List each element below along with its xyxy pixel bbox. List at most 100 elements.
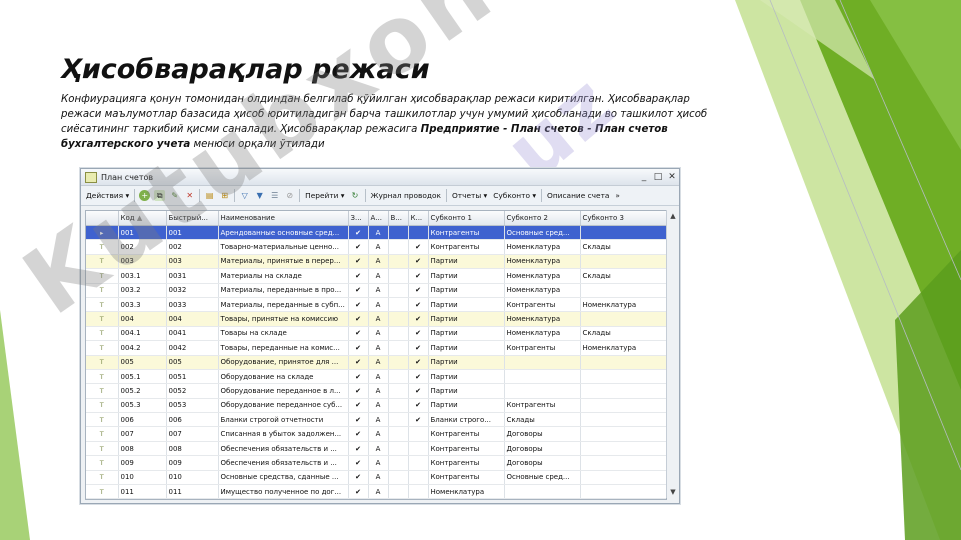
col-v[interactable]: В... [388,211,409,226]
cell-code: 002 [118,239,167,255]
cell-name: Арендованные основные сред... [218,225,349,241]
cell-k [408,484,429,499]
table-row[interactable]: Т 005.1 0051 Оборудование на складе ✔ А ✔ Парти… [86,369,666,385]
cell-name: Товарно-материальные ценно... [218,239,349,255]
cell-fast: 0051 [166,369,219,385]
hierarchy-icon[interactable]: ⊞ [219,190,230,201]
table-row[interactable]: Т 009 009 Обеспечения обязательств и ... ✔ А К… [86,455,666,471]
cell-s3: Номенклатура [580,297,666,313]
col-k[interactable]: К... [408,211,429,226]
cell-s1: Номенклатура [428,484,505,499]
table-row[interactable]: Т 003.2 0032 Материалы, переданные в про...… [86,283,666,298]
add-icon[interactable]: + [139,190,151,201]
delete-icon[interactable]: ✕ [184,190,195,201]
filter-set-icon[interactable]: ▼ [254,190,265,201]
close-button[interactable]: ✕ [665,172,679,182]
col-subconto3[interactable]: Субконто 3 [580,211,666,226]
filter-icon[interactable]: ▽ [239,190,250,201]
cell-code: 008 [118,441,167,457]
cell-code: 005.2 [118,383,167,399]
cell-k [408,470,429,486]
cell-s1: Партии [428,355,505,370]
col-name[interactable]: Наименование [218,211,349,226]
table-row[interactable]: ▸ 001 001 Арендованные основные сред... ✔ А Ко… [86,225,666,241]
edit-icon[interactable]: ✎ [169,190,180,201]
copy-icon[interactable]: ⧉ [154,190,166,201]
account-description-button[interactable]: Описание счета [544,191,612,200]
subconto-menu[interactable]: Субконто ▾ [490,191,539,200]
new-folder-icon[interactable]: ▤ [204,190,215,201]
col-code[interactable]: Код ▲ [118,211,167,226]
table-row[interactable]: Т 005.3 0053 Оборудование переданное суб...… [86,398,666,414]
cell-v [388,297,409,313]
cell-v [388,225,409,241]
cell-s1: Бланки строго... [428,412,505,428]
cell-name: Материалы, переданные в субп... [218,297,349,313]
table-row[interactable]: Т 003 003 Материалы, принятые в перер... ✔ А ✔… [86,254,666,270]
cell-a: А [368,455,389,471]
cell-k: ✔ [408,311,429,327]
cell-code: 009 [118,455,167,471]
cell-s2: Номенклатура [504,283,581,298]
cell-s1: Контрагенты [428,239,505,255]
col-icon[interactable] [86,211,119,226]
cell-code: 004 [118,311,167,327]
minimize-button[interactable]: _ [637,172,651,182]
table-row[interactable]: Т 010 010 Основные средства, сданные ... ✔ А К… [86,470,666,486]
cell-a: А [368,355,389,370]
table-row[interactable]: Т 005 005 Оборудование, принятое для ... ✔ А ✔… [86,355,666,370]
col-subconto1[interactable]: Субконто 1 [428,211,505,226]
col-fast[interactable]: Быстрый... [166,211,219,226]
account-type-icon: ▸ [86,225,119,241]
cell-k: ✔ [408,239,429,255]
cell-fast: 008 [166,441,219,457]
cell-z: ✔ [348,239,369,255]
cell-z: ✔ [348,268,369,284]
list-settings-icon[interactable]: ☰ [269,190,280,201]
cell-s3 [580,426,666,442]
journal-button[interactable]: Журнал проводок [368,191,444,200]
cell-z: ✔ [348,311,369,327]
table-row[interactable]: Т 004 004 Товары, принятые на комиссию ✔ А ✔ Па… [86,311,666,327]
scroll-down-icon[interactable]: ▼ [667,486,679,498]
col-z[interactable]: З... [348,211,369,226]
cell-code: 003 [118,254,167,270]
clear-filter-icon[interactable]: ⊘ [284,190,295,201]
cell-z: ✔ [348,412,369,428]
cell-z: ✔ [348,297,369,313]
vertical-scrollbar[interactable]: ▲ ▼ [666,210,679,498]
col-subconto2[interactable]: Субконто 2 [504,211,581,226]
cell-code: 011 [118,484,167,499]
cell-fast: 005 [166,355,219,370]
more-chevron-icon[interactable]: » [612,191,623,200]
table-row[interactable]: Т 003.3 0033 Материалы, переданные в субп..… [86,297,666,313]
table-row[interactable]: Т 002 002 Товарно-материальные ценно... ✔ А ✔ К… [86,239,666,255]
refresh-icon[interactable]: ↻ [350,190,361,201]
maximize-button[interactable]: □ [651,172,665,182]
reports-menu[interactable]: Отчеты ▾ [449,191,490,200]
cell-s3 [580,441,666,457]
scroll-up-icon[interactable]: ▲ [667,210,679,222]
actions-menu[interactable]: Действия ▾ [83,191,132,200]
table-row[interactable]: Т 004.1 0041 Товары на складе ✔ А ✔ Партии Номен… [86,326,666,342]
account-type-icon: Т [86,398,119,414]
cell-s2: Номенклатура [504,268,581,284]
table-row[interactable]: Т 004.2 0042 Товары, переданные на комис...… [86,340,666,356]
cell-fast: 0031 [166,268,219,284]
table-row[interactable]: Т 005.2 0052 Оборудование переданное в л...… [86,383,666,399]
table-row[interactable]: Т 011 011 Имущество полученное по дог... ✔ А Н… [86,484,666,499]
body-text-2: менюси орқали ўтилади [190,139,325,150]
cell-code: 003.1 [118,268,167,284]
table-row[interactable]: Т 003.1 0031 Материалы на складе ✔ А ✔ Партии Но… [86,268,666,284]
goto-menu[interactable]: Перейти ▾ [302,191,347,200]
account-type-icon: Т [86,297,119,313]
cell-s1: Партии [428,383,505,399]
table-row[interactable]: Т 006 006 Бланки строгой отчетности ✔ А ✔ Бланк… [86,412,666,428]
cell-name: Оборудование на складе [218,369,349,385]
col-a[interactable]: А... [368,211,389,226]
table-row[interactable]: Т 008 008 Обеспечения обязательств и ... ✔ А К… [86,441,666,457]
cell-name: Имущество полученное по дог... [218,484,349,499]
cell-name: Товары, принятые на комиссию [218,311,349,327]
table-row[interactable]: Т 007 007 Списанная в убыток задолжен... ✔ А К… [86,426,666,442]
cell-v [388,239,409,255]
